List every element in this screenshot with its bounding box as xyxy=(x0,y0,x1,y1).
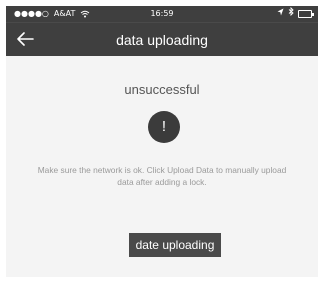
bluetooth-icon xyxy=(288,6,294,22)
upload-data-button[interactable]: date uploading xyxy=(129,233,221,257)
status-right xyxy=(277,6,314,22)
location-arrow-icon xyxy=(277,6,284,22)
status-time: 16:59 xyxy=(150,9,174,18)
error-message: Make sure the network is ok. Click Uploa… xyxy=(37,165,287,187)
app-screen: ●●●●○ A&AT 16:59 data uploading unsucces… xyxy=(6,6,318,277)
battery-icon xyxy=(298,10,314,18)
status-bar: ●●●●○ A&AT 16:59 xyxy=(6,6,318,22)
navigation-bar: data uploading xyxy=(6,22,318,56)
result-status-title: unsuccessful xyxy=(124,82,200,97)
result-panel: unsuccessful ! Make sure the network is … xyxy=(6,56,318,277)
alert-icon: ! xyxy=(148,111,180,143)
page-title: data uploading xyxy=(116,32,208,48)
